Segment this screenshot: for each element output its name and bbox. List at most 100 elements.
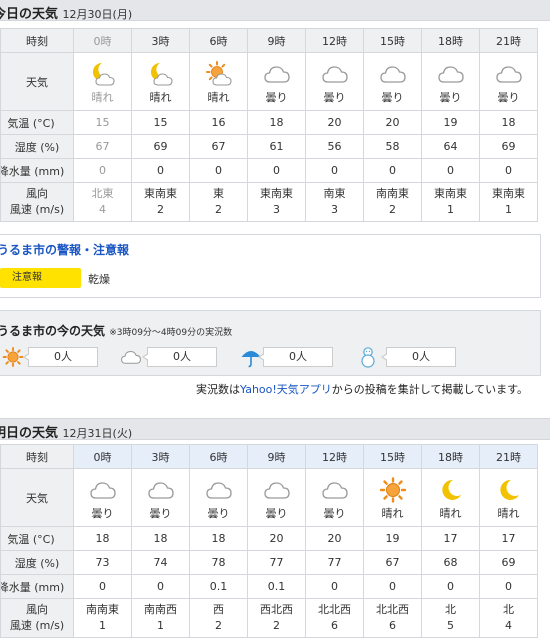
precip-cell: 0 <box>305 574 364 599</box>
humidity-cell: 69 <box>131 134 190 159</box>
tomorrow-date: 12月31日(火) <box>62 427 133 440</box>
precip-cell: 0 <box>363 574 422 599</box>
moon-cloud-icon <box>147 61 175 87</box>
humidity-cell: 77 <box>305 550 364 575</box>
precip-cell: 0 <box>189 158 248 183</box>
weather-text: 曇り <box>265 507 288 520</box>
moon-cloud-icon <box>89 61 117 87</box>
temp-row: 気温 (°C) 18 18 18 20 20 19 17 17 <box>0 526 538 551</box>
wind-dir: 東南東 <box>144 187 177 200</box>
report-count: 0人 <box>23 347 98 367</box>
weather-cell: 曇り <box>421 52 480 111</box>
time-cell: 15時 <box>363 28 422 53</box>
wind-dir: 南南西 <box>144 603 177 616</box>
weather-text: 曇り <box>265 91 288 104</box>
wind-speed: 2 <box>215 619 222 632</box>
weather-text: 曇り <box>497 91 520 104</box>
wind-cell: 西北西 2 <box>247 598 306 638</box>
precip-cell: 0 <box>479 158 538 183</box>
temp-cell: 17 <box>479 526 538 551</box>
humidity-cell: 61 <box>247 134 306 159</box>
temp-cell: 16 <box>189 110 248 135</box>
cloud-icon <box>263 61 291 87</box>
humidity-cell: 69 <box>479 134 538 159</box>
temp-cell: 17 <box>421 526 480 551</box>
wind-speed: 2 <box>389 203 396 216</box>
time-label: 時刻 <box>0 28 74 53</box>
warning-title-link[interactable]: うるま市の警報・注意報 <box>0 241 129 258</box>
weather-cell: 曇り <box>73 468 132 527</box>
time-cell: 0時 <box>73 444 132 469</box>
report-note: 実況数はYahoo!天気アプリからの投稿を集計して掲載しています。 <box>196 383 529 396</box>
time-cell: 15時 <box>363 444 422 469</box>
precip-cell: 0.1 <box>247 574 306 599</box>
wind-dir: 南南東 <box>86 603 119 616</box>
temp-cell: 15 <box>73 110 132 135</box>
time-cell: 0時 <box>73 28 132 53</box>
wind-speed: 5 <box>447 619 454 632</box>
humidity-cell: 64 <box>421 134 480 159</box>
current-weather-title: うるま市の今の天気 ※3時09分〜4時09分の実況数 <box>0 324 233 338</box>
today-date: 12月30日(月) <box>62 8 133 21</box>
time-row: 時刻 0時 3時 6時 9時 12時 15時 18時 21時 <box>0 444 538 469</box>
wind-speed: 6 <box>331 619 338 632</box>
wind-dir: 北 <box>503 603 514 616</box>
wind-speed-label: 風速 (m/s) <box>9 203 65 216</box>
wind-dir: 北北西 <box>376 603 409 616</box>
wind-speed: 2 <box>157 203 164 216</box>
cloud-icon <box>437 61 465 87</box>
precip-cell: 0 <box>247 158 306 183</box>
temp-cell: 19 <box>421 110 480 135</box>
humidity-cell: 58 <box>363 134 422 159</box>
weather-text: 曇り <box>207 507 230 520</box>
temp-cell: 18 <box>73 526 132 551</box>
weather-cell: 曇り <box>247 52 306 111</box>
humidity-cell: 73 <box>73 550 132 575</box>
precip-row: 降水量 (mm) 0 0 0.1 0.1 0 0 0 0 <box>0 574 538 599</box>
temp-row: 気温 (°C) 15 15 16 18 20 20 19 18 <box>0 110 538 135</box>
yahoo-weather-app-link[interactable]: Yahoo!天気アプリ <box>240 383 332 396</box>
warning-box: うるま市の警報・注意報 注意報 乾燥 <box>0 234 541 298</box>
time-cell: 21時 <box>479 28 538 53</box>
precip-cell: 0 <box>73 158 132 183</box>
humidity-row: 湿度 (%) 67 69 67 61 56 58 64 69 <box>0 134 538 159</box>
precip-cell: 0 <box>305 158 364 183</box>
cloud-icon <box>263 477 291 503</box>
weather-cell: 晴れ <box>363 468 422 527</box>
warning-text: 乾燥 <box>88 273 110 286</box>
humidity-row: 湿度 (%) 73 74 78 77 77 67 68 69 <box>0 550 538 575</box>
weather-cell: 曇り <box>131 468 190 527</box>
precip-cell: 0 <box>131 158 190 183</box>
weather-cell: 曇り <box>189 468 248 527</box>
weather-cell: 晴れ <box>131 52 190 111</box>
weather-cell: 晴れ <box>189 52 248 111</box>
humidity-cell: 67 <box>73 134 132 159</box>
weather-cell: 曇り <box>247 468 306 527</box>
wind-cell: 東南東 1 <box>421 182 480 222</box>
precip-row: 降水量 (mm) 0 0 0 0 0 0 0 0 <box>0 158 538 183</box>
weather-cell: 晴れ <box>73 52 132 111</box>
weather-text: 曇り <box>381 91 404 104</box>
time-cell: 6時 <box>189 444 248 469</box>
time-row: 時刻 0時 3時 6時 9時 12時 15時 18時 21時 <box>0 28 538 53</box>
humidity-cell: 77 <box>247 550 306 575</box>
precip-label: 降水量 (mm) <box>0 574 74 599</box>
report-count: 0人 <box>258 347 333 367</box>
wind-cell: 北東 4 <box>73 182 132 222</box>
cloud-icon <box>321 61 349 87</box>
humidity-cell: 74 <box>131 550 190 575</box>
temp-label: 気温 (°C) <box>0 110 74 135</box>
wind-dir-label: 風向 <box>26 603 48 616</box>
humidity-label: 湿度 (%) <box>0 550 74 575</box>
wind-speed: 1 <box>99 619 106 632</box>
warning-badge: 注意報 <box>0 268 81 288</box>
wind-cell: 南東 3 <box>305 182 364 222</box>
temp-cell: 19 <box>363 526 422 551</box>
sun-icon <box>2 346 24 368</box>
humidity-cell: 78 <box>189 550 248 575</box>
wind-dir: 西 <box>213 603 224 616</box>
time-cell: 3時 <box>131 444 190 469</box>
wind-cell: 東南東 1 <box>479 182 538 222</box>
wind-speed: 6 <box>389 619 396 632</box>
time-cell: 21時 <box>479 444 538 469</box>
